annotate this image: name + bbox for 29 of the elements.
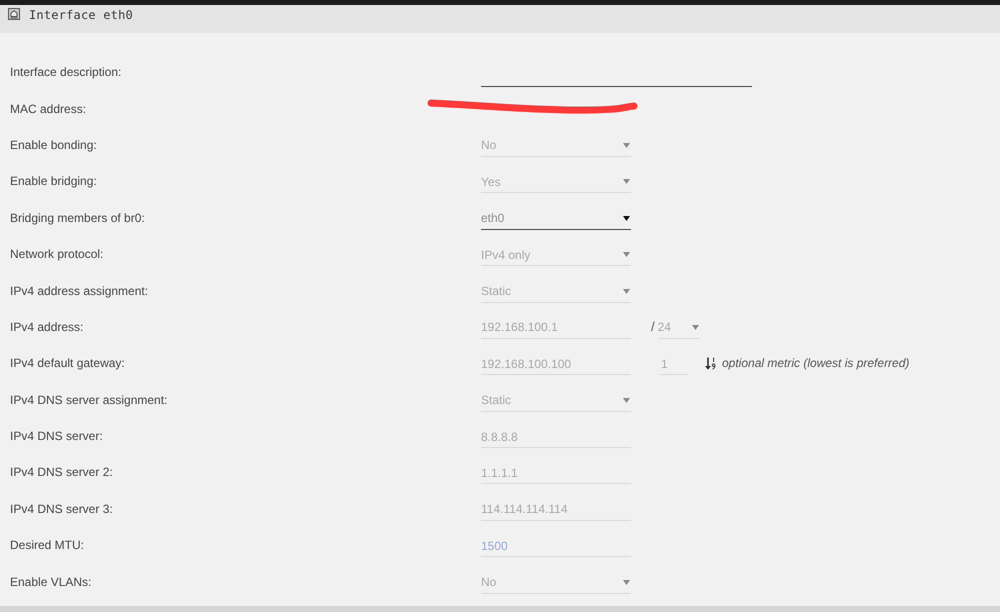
field-label: IPv4 default gateway:	[10, 356, 125, 370]
field-label: IPv4 DNS server 2:	[10, 465, 113, 480]
panel-title: Interface eth0	[29, 8, 133, 22]
metric-hint: optional metric (lowest is preferred)	[722, 356, 910, 370]
field-label: Bridging members of br0:	[10, 210, 145, 225]
field-label: Enable bonding:	[10, 138, 97, 152]
caret-icon	[692, 324, 699, 330]
caret-icon	[623, 216, 630, 221]
field-label: MAC address:	[10, 102, 86, 116]
home-square-icon	[8, 8, 20, 20]
field-label: Network protocol:	[10, 247, 104, 262]
caret-icon	[623, 252, 630, 258]
field-label: IPv4 DNS server assignment:	[10, 392, 168, 407]
caret-icon	[623, 288, 630, 294]
field-label: IPv4 DNS server:	[10, 429, 103, 444]
field-label: Enable VLANs:	[10, 574, 92, 589]
dropdown[interactable]: eth0	[481, 206, 631, 230]
field-label: IPv4 address:	[10, 320, 84, 334]
field-label: IPv4 DNS server 3:	[10, 502, 113, 516]
prefix-separator: /	[651, 319, 655, 334]
caret-icon	[623, 179, 630, 184]
caret-icon	[623, 142, 630, 148]
field-label: Interface description:	[10, 65, 122, 80]
field-label: Enable bridging:	[10, 174, 97, 188]
caret-icon	[623, 398, 630, 403]
sort-ascending-icon	[705, 356, 716, 370]
caret-icon	[623, 580, 630, 585]
field-label: Desired MTU:	[10, 538, 84, 552]
field-label: IPv4 address assignment:	[10, 284, 148, 298]
